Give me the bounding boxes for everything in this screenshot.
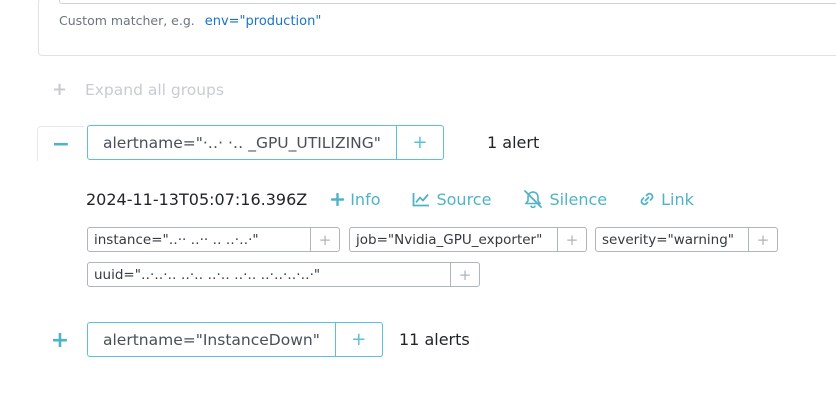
info-label: Info [350, 189, 381, 209]
silence-button[interactable]: Silence [523, 190, 607, 209]
label-uuid: uuid="‥·‥·‥ ‥·‥ ‥·‥ ‥·‥ ‥·‥·‥·‥·" + [87, 262, 480, 287]
hint-label: Custom matcher, e.g. [59, 13, 195, 28]
alert-count: 11 alerts [399, 330, 470, 349]
label-text[interactable]: job="Nvidia_GPU_exporter" [350, 228, 557, 251]
chart-line-icon [412, 192, 430, 207]
add-label-filter-button[interactable]: + [557, 228, 586, 251]
group-matcher: alertname="·‥· ·‥ _GPU_UTILIZING" + [87, 125, 444, 160]
filter-input[interactable] [59, 0, 836, 4]
alert-timestamp: 2024-11-13T05:07:16.396Z [86, 189, 308, 209]
expand-group-button[interactable]: + [37, 323, 83, 357]
label-severity: severity="warning" + [595, 227, 778, 252]
label-instance: instance="‥·· ‥·· ‥ ‥·‥·" + [87, 227, 340, 252]
group-matcher: alertname="InstanceDown" + [87, 322, 383, 357]
filter-hint: Custom matcher, e.g. env="production" [59, 13, 321, 29]
plus-icon [331, 192, 345, 206]
info-button[interactable]: Info [331, 190, 380, 209]
add-matcher-button[interactable]: + [336, 323, 382, 356]
minus-icon: − [51, 131, 71, 157]
expand-all-groups-button[interactable]: + Expand all groups [52, 79, 224, 100]
label-text[interactable]: uuid="‥·‥·‥ ‥·‥ ‥·‥ ‥·‥ ‥·‥·‥·‥·" [88, 263, 450, 286]
source-label: Source [436, 189, 492, 209]
alert-row: 2024-11-13T05:07:16.396Z Info Source Sil… [86, 188, 726, 210]
hint-example: env="production" [204, 14, 322, 29]
bell-slash-icon [523, 190, 543, 208]
plus-icon: + [52, 79, 68, 100]
alert-count: 1 alert [487, 133, 540, 152]
link-label: Link [661, 189, 694, 209]
label-job: job="Nvidia_GPU_exporter" + [349, 227, 587, 252]
plus-icon: + [50, 327, 70, 353]
add-label-filter-button[interactable]: + [748, 228, 777, 251]
filter-panel: Custom matcher, e.g. env="production" [38, 0, 836, 56]
silence-label: Silence [549, 189, 608, 209]
collapse-group-button[interactable]: − [37, 126, 84, 161]
link-button[interactable]: Link [639, 190, 694, 209]
link-icon [639, 191, 655, 207]
source-button[interactable]: Source [412, 190, 491, 209]
add-label-filter-button[interactable]: + [450, 263, 479, 286]
group-matcher-label[interactable]: alertname="InstanceDown" [88, 323, 336, 356]
add-matcher-button[interactable]: + [397, 126, 443, 159]
group-matcher-label[interactable]: alertname="·‥· ·‥ _GPU_UTILIZING" [88, 126, 397, 159]
expand-all-label: Expand all groups [84, 81, 224, 99]
label-text[interactable]: severity="warning" [596, 228, 748, 251]
add-label-filter-button[interactable]: + [310, 228, 339, 251]
label-text[interactable]: instance="‥·· ‥·· ‥ ‥·‥·" [88, 228, 310, 251]
